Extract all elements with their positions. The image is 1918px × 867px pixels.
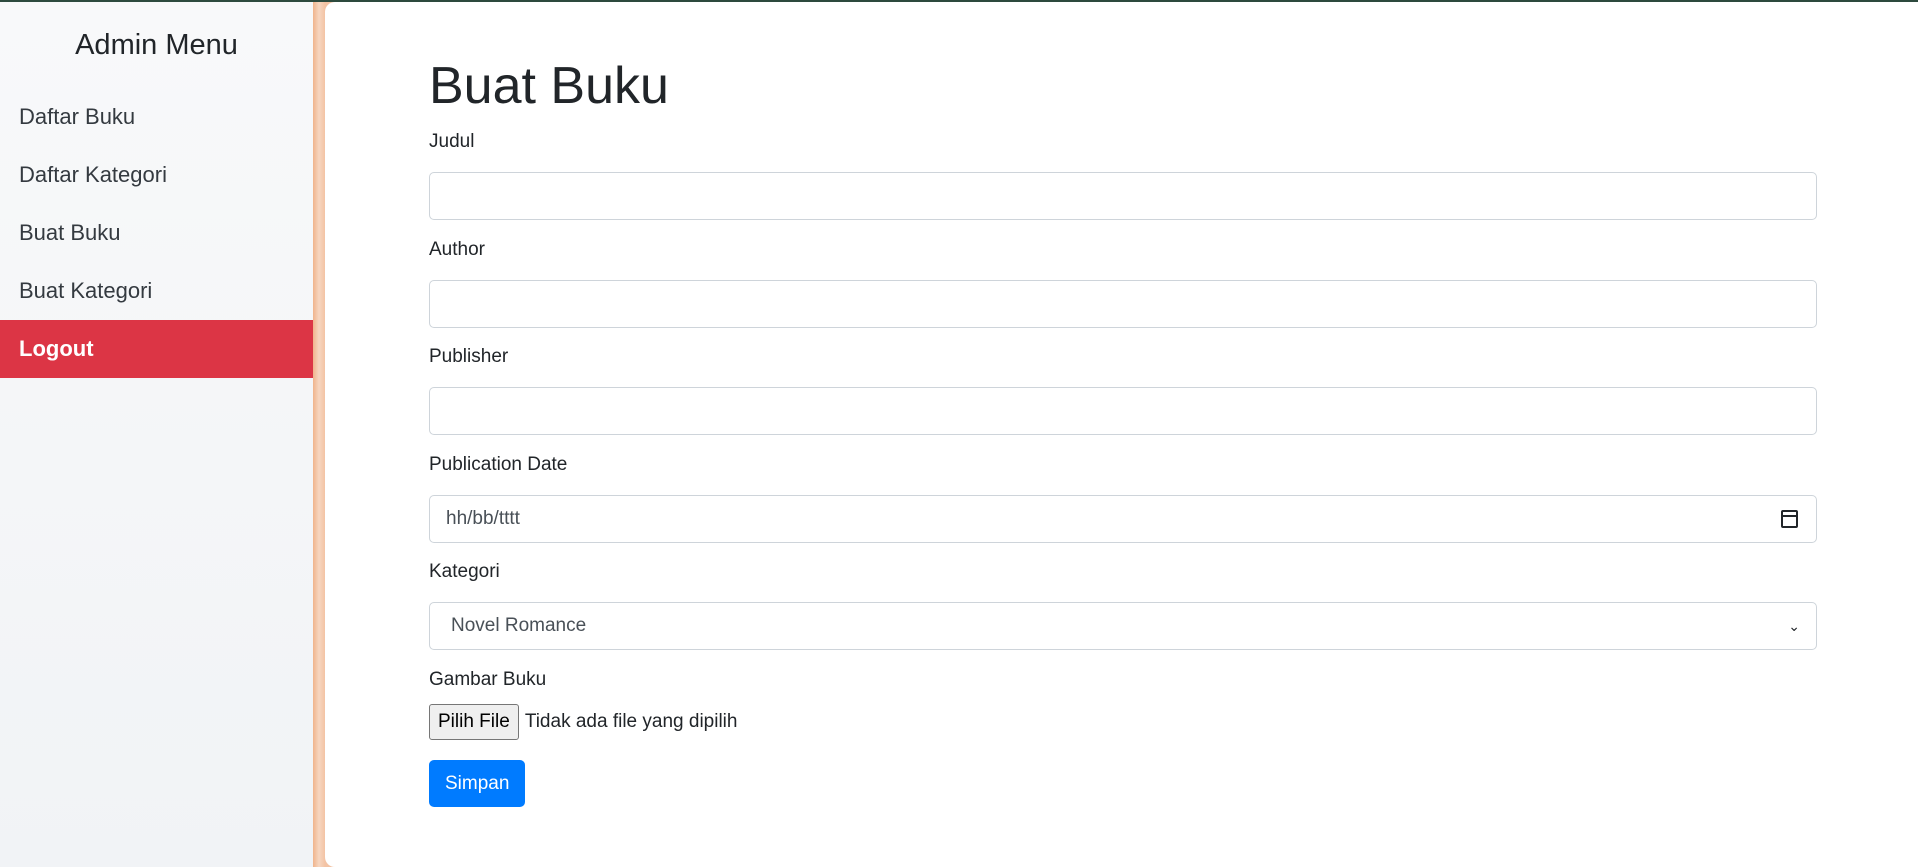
- page-title: Buat Buku: [429, 57, 669, 115]
- sidebar-title: Admin Menu: [75, 29, 238, 61]
- kategori-select[interactable]: Novel Romance ⌄: [429, 602, 1817, 650]
- author-field-group: Author: [429, 238, 1817, 328]
- publication-date-field-group: Publication Date hh/bb/tttt: [429, 453, 1817, 543]
- author-label: Author: [429, 239, 485, 260]
- judul-field-group: Judul: [429, 130, 1817, 220]
- publication-date-label: Publication Date: [429, 454, 568, 475]
- sidebar-item-buat-buku[interactable]: Buat Buku: [0, 204, 313, 262]
- sidebar-item-daftar-kategori[interactable]: Daftar Kategori: [0, 146, 313, 204]
- main-panel: Buat Buku Judul Author Publisher Publica…: [325, 2, 1918, 867]
- publisher-field-group: Publisher: [429, 345, 1817, 435]
- kategori-label: Kategori: [429, 561, 500, 582]
- sidebar-item-daftar-buku[interactable]: Daftar Buku: [0, 88, 313, 146]
- publication-date-placeholder: hh/bb/tttt: [446, 508, 520, 529]
- gambar-label: Gambar Buku: [429, 669, 547, 690]
- logout-button[interactable]: Logout: [0, 320, 313, 378]
- author-input[interactable]: [429, 280, 1817, 328]
- publisher-label: Publisher: [429, 346, 509, 367]
- publication-date-input[interactable]: hh/bb/tttt: [429, 495, 1817, 543]
- save-button[interactable]: Simpan: [429, 760, 526, 807]
- choose-file-button[interactable]: Pilih File: [429, 704, 519, 740]
- judul-label: Judul: [429, 131, 475, 152]
- kategori-field-group: Kategori Novel Romance ⌄: [429, 560, 1817, 650]
- calendar-icon[interactable]: [1781, 510, 1798, 528]
- gambar-field-group: Gambar Buku Pilih File Tidak ada file ya…: [429, 668, 1817, 740]
- publisher-input[interactable]: [429, 387, 1817, 435]
- sidebar-nav: Daftar Buku Daftar Kategori Buat Buku Bu…: [0, 88, 313, 378]
- sidebar: Admin Menu Daftar Buku Daftar Kategori B…: [0, 2, 313, 867]
- chevron-down-icon: ⌄: [1788, 618, 1800, 634]
- file-input: Pilih File Tidak ada file yang dipilih: [429, 704, 1817, 740]
- kategori-selected-value: Novel Romance: [451, 615, 587, 636]
- sidebar-divider: [313, 2, 325, 867]
- sidebar-item-buat-kategori[interactable]: Buat Kategori: [0, 262, 313, 320]
- judul-input[interactable]: [429, 172, 1817, 220]
- file-status: Tidak ada file yang dipilih: [524, 711, 738, 732]
